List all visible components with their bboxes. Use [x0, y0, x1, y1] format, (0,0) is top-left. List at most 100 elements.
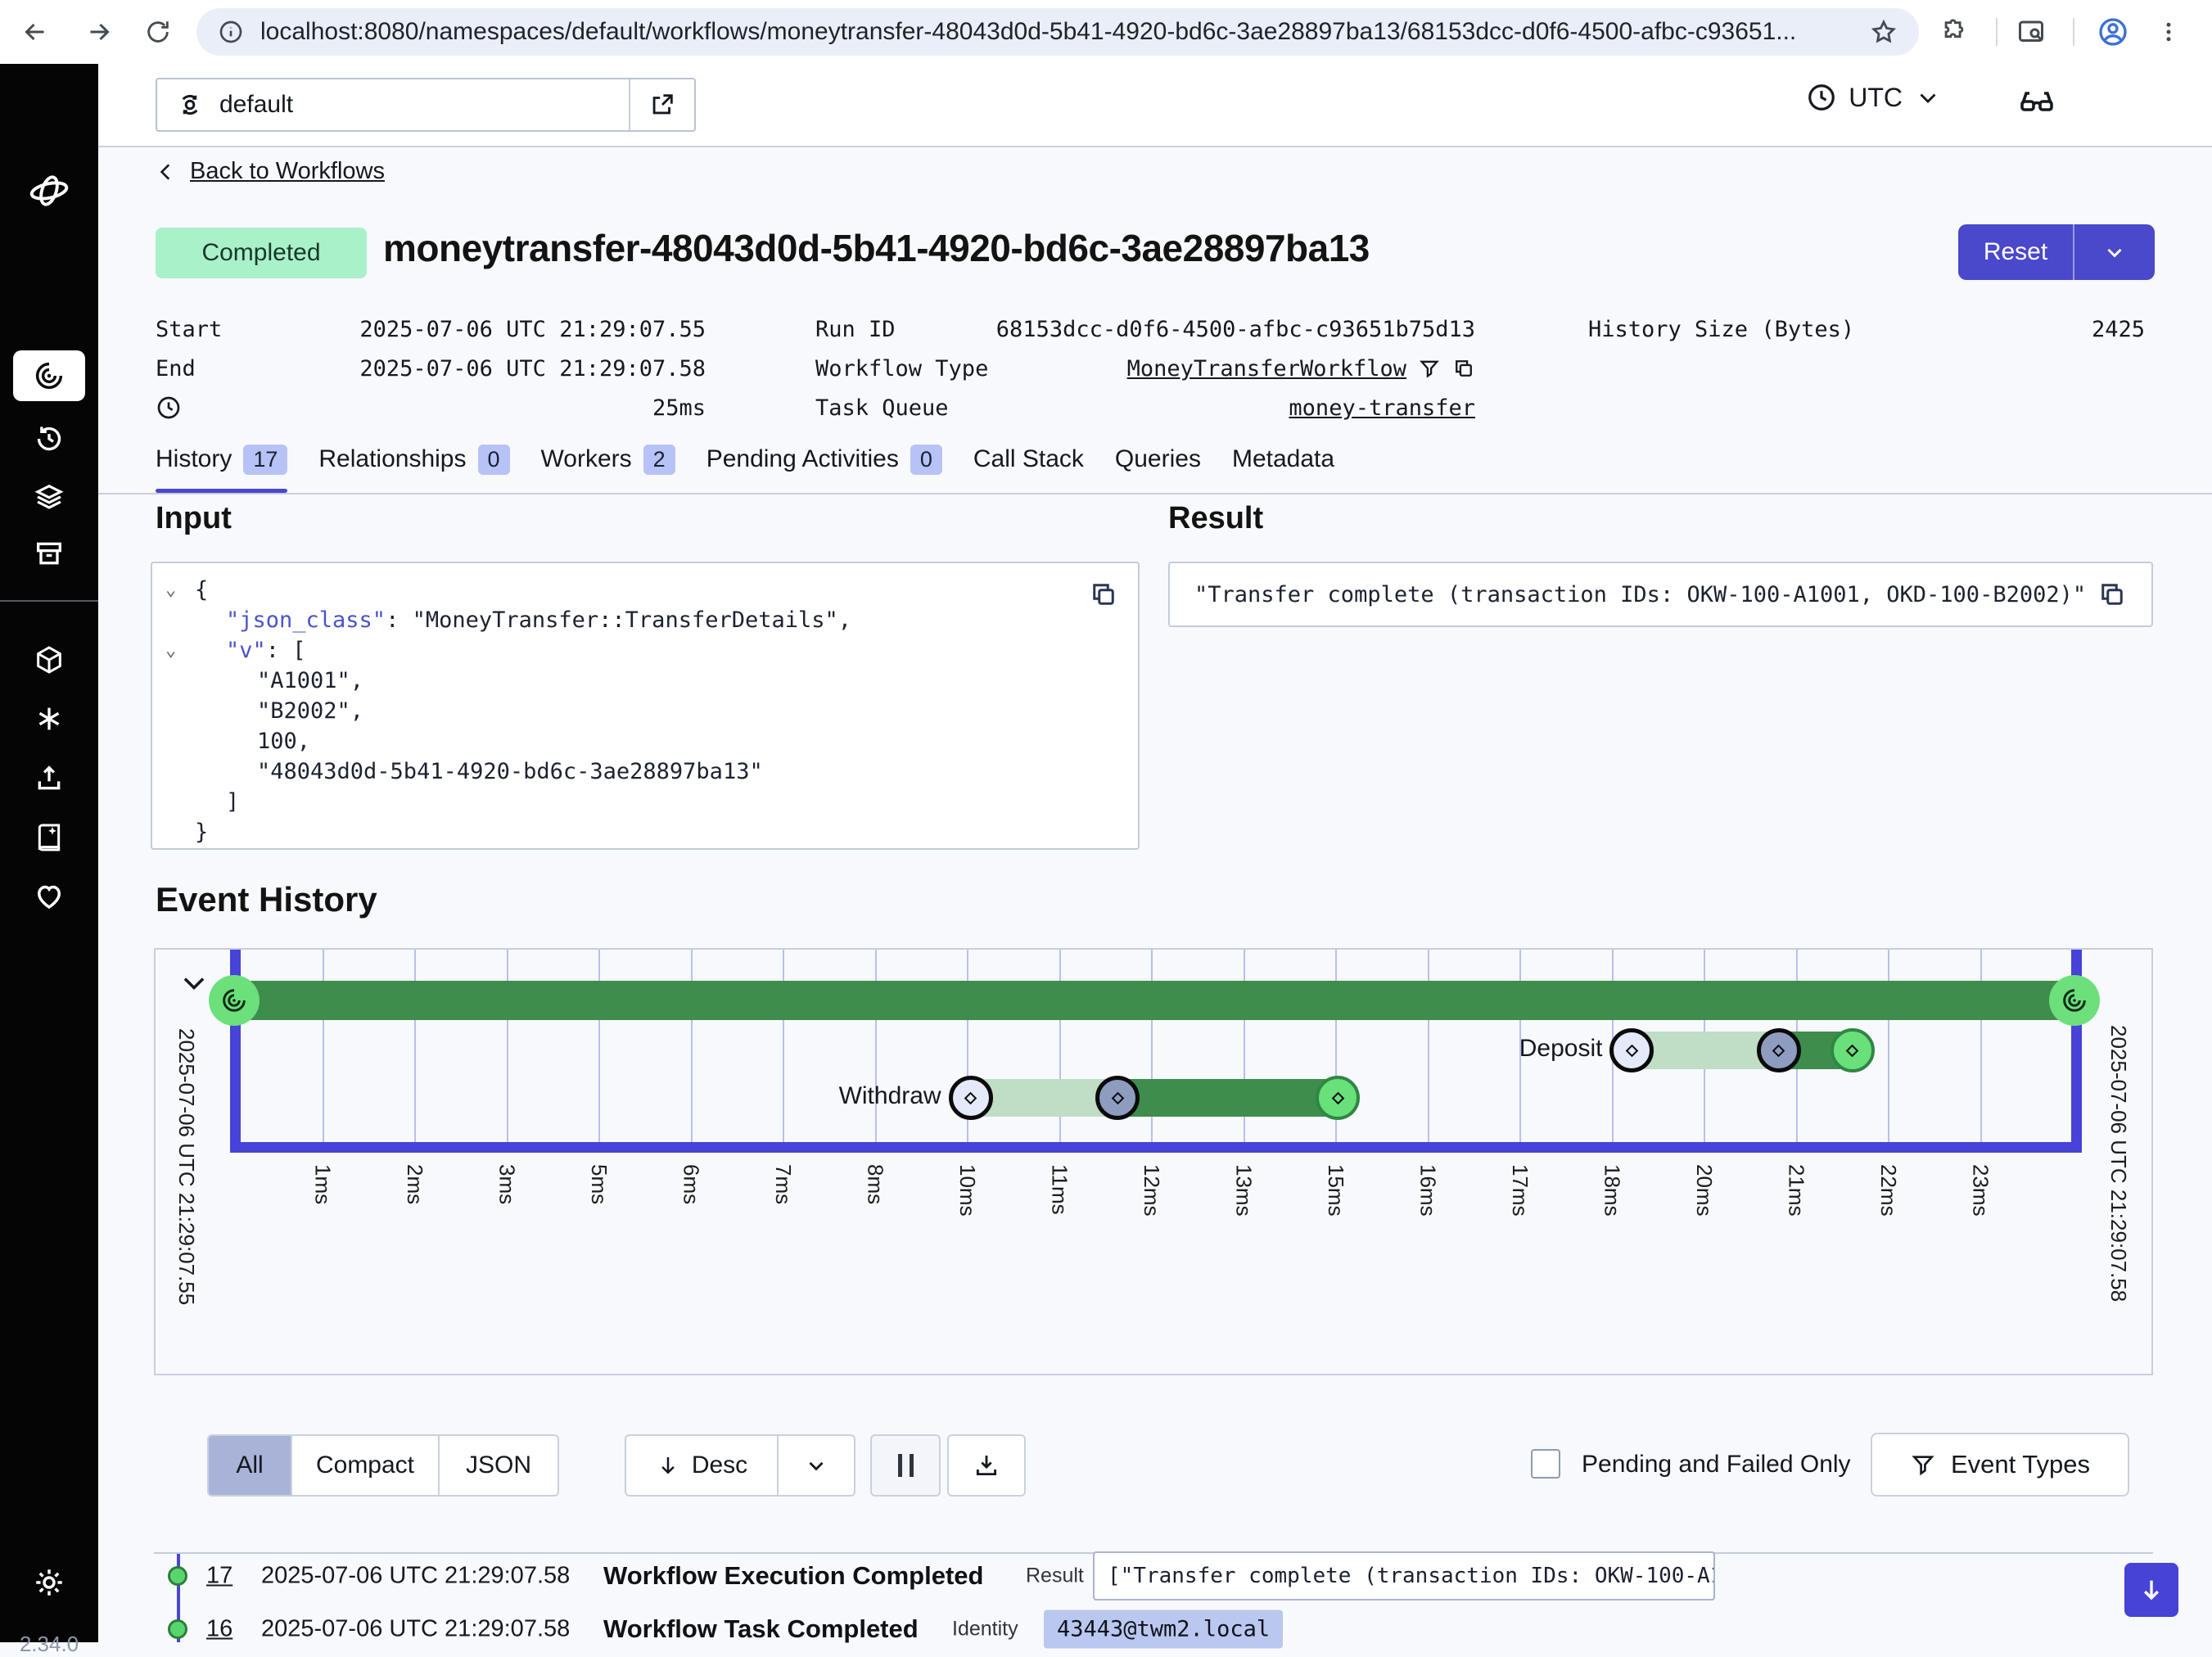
tab-relationships[interactable]: Relationships0: [318, 426, 509, 493]
task-queue-link[interactable]: money-transfer: [1289, 395, 1475, 421]
json-key: "json_class": [226, 607, 386, 633]
reset-button[interactable]: Reset: [1958, 224, 2155, 280]
reset-button-label[interactable]: Reset: [1958, 224, 2074, 280]
event-history-heading: Event History: [156, 880, 377, 919]
timeline-tick-label: 6ms: [679, 1164, 704, 1204]
namespace-icon: [175, 90, 205, 120]
workflow-end-node[interactable]: [2049, 975, 2100, 1026]
activity-end-node[interactable]: [1831, 1028, 1875, 1072]
timeline-tick-label: 2ms: [402, 1164, 427, 1204]
sidebar-item-docs[interactable]: [0, 813, 98, 862]
tab-label: Workers: [541, 445, 632, 473]
tab-call-stack[interactable]: Call Stack: [973, 426, 1084, 493]
timeline-start-datetime: 2025-07-06 UTC 21:29:07.55: [174, 1028, 199, 1305]
sidebar-item-namespaces[interactable]: [0, 472, 98, 521]
namespace-name: default: [219, 91, 293, 119]
detail-historysize-label: History Size (Bytes): [1588, 311, 1854, 347]
filter-funnel-icon[interactable]: [1418, 357, 1441, 380]
download-history-button[interactable]: [947, 1434, 1026, 1497]
scroll-to-bottom-button[interactable]: [2124, 1563, 2178, 1617]
tab-count-badge: 0: [478, 445, 510, 475]
sidebar-item-codec[interactable]: [0, 635, 98, 684]
sidebar-item-archival[interactable]: [0, 529, 98, 578]
theme-toggle-sun-icon[interactable]: [0, 1558, 98, 1607]
event-types-button[interactable]: Event Types: [1871, 1433, 2129, 1497]
workflow-start-node[interactable]: [209, 975, 260, 1026]
tab-history[interactable]: History17: [156, 426, 287, 493]
detail-runid-label: Run ID: [815, 311, 896, 347]
activity-end-node[interactable]: [1316, 1076, 1360, 1120]
extensions-icon[interactable]: [1934, 11, 1975, 52]
copy-icon[interactable]: [1452, 357, 1475, 380]
namespace-selector[interactable]: default: [156, 78, 696, 132]
event-name: Workflow Execution Completed: [603, 1561, 983, 1591]
sort-order-label: Desc: [692, 1452, 747, 1479]
activity-active-bar[interactable]: [1117, 1079, 1338, 1117]
activity-mid-node[interactable]: [1095, 1076, 1140, 1120]
pause-button[interactable]: [870, 1434, 941, 1497]
tab-pending-activities[interactable]: Pending Activities0: [706, 426, 942, 493]
sidebar-item-workflows[interactable]: [13, 350, 85, 401]
filter-funnel-icon: [1910, 1452, 1936, 1478]
browser-reload-icon[interactable]: [138, 11, 178, 52]
detail-tabs: History17 Relationships0 Workers2 Pending A…: [98, 426, 2212, 494]
reset-dropdown-caret[interactable]: [2074, 224, 2155, 280]
event-diamond-icon: [1846, 1044, 1859, 1057]
copy-icon[interactable]: [1089, 580, 1118, 609]
event-row[interactable]: 16 2025-07-06 UTC 21:29:07.58 Workflow T…: [154, 1603, 2155, 1655]
namespace-external-link-icon[interactable]: [629, 79, 694, 130]
timezone-selector[interactable]: UTC: [1806, 82, 1942, 113]
side-panel-icon[interactable]: [2011, 11, 2052, 52]
workflow-type-link[interactable]: MoneyTransferWorkflow: [1127, 356, 1406, 382]
tab-workers[interactable]: Workers2: [541, 426, 675, 493]
activity-mid-node[interactable]: [1757, 1028, 1801, 1072]
event-diamond-icon: [1111, 1091, 1124, 1104]
copy-icon[interactable]: [2097, 580, 2127, 609]
sidebar-item-schedules[interactable]: [0, 414, 98, 463]
event-row[interactable]: 17 2025-07-06 UTC 21:29:07.58 Workflow E…: [154, 1550, 2155, 1602]
event-timestamp: 2025-07-06 UTC 21:29:07.58: [261, 1616, 570, 1643]
site-info-icon[interactable]: [218, 19, 244, 45]
address-bar[interactable]: localhost:8080/namespaces/default/workfl…: [196, 8, 1919, 56]
browser-forward-icon[interactable]: [79, 11, 120, 52]
activity-start-node[interactable]: [949, 1076, 993, 1120]
result-value: "Transfer complete (transaction IDs: OKW…: [1194, 582, 2097, 607]
json-collapse-chevron-icon[interactable]: ⌄: [165, 575, 176, 605]
timeline-tick-label: 21ms: [1784, 1164, 1809, 1217]
tab-label: Queries: [1115, 445, 1201, 473]
view-compact-button[interactable]: Compact: [291, 1436, 438, 1495]
url-text[interactable]: localhost:8080/namespaces/default/workfl…: [260, 18, 1870, 46]
tab-queries[interactable]: Queries: [1115, 426, 1201, 493]
view-json-button[interactable]: JSON: [438, 1436, 558, 1495]
browser-menu-icon[interactable]: [2148, 11, 2189, 52]
sidebar-item-labs[interactable]: [0, 694, 98, 743]
sort-dropdown-caret[interactable]: [779, 1436, 854, 1495]
temporal-logo-icon[interactable]: [0, 166, 98, 215]
labs-glasses-icon[interactable]: [2017, 82, 2056, 121]
detail-start-value: 2025-07-06 UTC 21:29:07.55: [303, 311, 706, 347]
json-text: "48043d0d-5b41-4920-bd6c-3ae28897ba13": [257, 759, 763, 784]
timezone-label: UTC: [1849, 83, 1903, 113]
event-id-link[interactable]: 16: [206, 1616, 232, 1643]
status-badge: Completed: [156, 228, 367, 278]
tab-metadata[interactable]: Metadata: [1232, 426, 1334, 493]
json-text: {: [195, 577, 208, 603]
back-to-workflows-link[interactable]: Back to Workflows: [156, 158, 385, 185]
timeline-collapse-chevron-icon[interactable]: [178, 968, 210, 999]
profile-icon[interactable]: [2092, 11, 2133, 52]
event-result-preview[interactable]: ["Transfer complete (transaction IDs: OK…: [1093, 1551, 1715, 1601]
workflow-span-bar[interactable]: [236, 981, 2073, 1020]
arrow-down-icon: [656, 1453, 680, 1478]
pending-failed-only-checkbox[interactable]: [1531, 1449, 1560, 1479]
timeline-gridline: [323, 950, 324, 1144]
sidebar-item-support[interactable]: [0, 871, 98, 920]
sort-order-button[interactable]: Desc: [625, 1434, 855, 1497]
sidebar-item-share-feedback[interactable]: [0, 754, 98, 803]
browser-back-icon[interactable]: [15, 11, 56, 52]
event-diamond-icon: [1626, 1044, 1639, 1057]
json-collapse-chevron-icon[interactable]: ⌄: [165, 635, 176, 666]
event-id-link[interactable]: 17: [206, 1563, 232, 1590]
tab-label: Pending Activities: [706, 445, 899, 473]
view-all-button[interactable]: All: [209, 1436, 291, 1495]
bookmark-star-icon[interactable]: [1870, 18, 1898, 46]
